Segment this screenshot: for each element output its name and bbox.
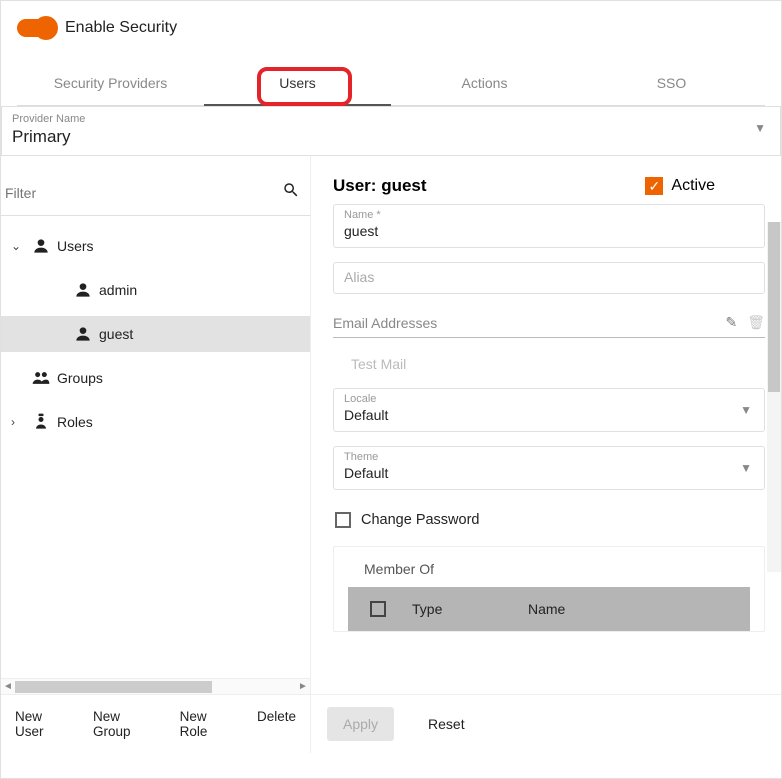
provider-value: Primary [12, 127, 770, 147]
locale-select[interactable]: Locale Default ▼ [333, 388, 765, 432]
enable-security-label: Enable Security [65, 19, 177, 37]
scroll-thumb[interactable] [15, 681, 212, 693]
theme-select[interactable]: Theme Default ▼ [333, 446, 765, 490]
groups-icon [31, 368, 51, 388]
tree-node-guest[interactable]: guest [1, 316, 310, 352]
detail-title: User: guest [333, 176, 427, 196]
active-label: Active [671, 177, 715, 195]
filter-input[interactable] [1, 185, 280, 201]
member-of-panel: Member Of Type Name [333, 546, 765, 632]
name-field[interactable]: Name * guest [333, 204, 765, 248]
delete-button[interactable]: Delete [257, 709, 296, 739]
active-checkbox[interactable]: ✓ [645, 177, 663, 195]
member-col-type[interactable]: Type [408, 601, 528, 617]
edit-icon[interactable]: ✎ [725, 314, 737, 331]
caret-down-icon: ▼ [740, 403, 752, 417]
left-action-bar: New User New Group New Role Delete [1, 694, 310, 753]
tree-label-groups: Groups [57, 370, 103, 386]
horizontal-scrollbar[interactable]: ◄ ► [1, 678, 310, 694]
tree-label-admin: admin [99, 282, 137, 298]
tree-label-roles: Roles [57, 414, 93, 430]
detail-title-name: guest [381, 176, 426, 195]
name-value: guest [344, 223, 754, 239]
new-user-button[interactable]: New User [15, 709, 71, 739]
member-col-name[interactable]: Name [528, 601, 750, 617]
tab-sso[interactable]: SSO [578, 65, 765, 105]
theme-value: Default [344, 465, 754, 481]
name-label: Name * [344, 209, 754, 221]
apply-button[interactable]: Apply [327, 707, 394, 741]
tab-users[interactable]: Users [204, 65, 391, 105]
user-icon [73, 280, 93, 300]
caret-down-icon: ▼ [740, 461, 752, 475]
tree-label-guest: guest [99, 326, 133, 342]
change-password-label: Change Password [361, 512, 480, 528]
user-icon [31, 236, 51, 256]
tab-bar: Security Providers Users Actions SSO [17, 65, 765, 106]
tree-node-roles[interactable]: › Roles [1, 404, 310, 440]
scroll-thumb[interactable] [768, 222, 780, 392]
locale-value: Default [344, 407, 754, 423]
tree-label-users: Users [57, 238, 94, 254]
detail-title-prefix: User: [333, 176, 381, 195]
tree-node-users[interactable]: ⌄ Users [1, 228, 310, 264]
tree-node-admin[interactable]: admin [1, 272, 310, 308]
member-select-all-checkbox[interactable] [370, 601, 386, 617]
member-of-header: Type Name [348, 587, 750, 631]
chevron-right-icon: › [11, 415, 25, 429]
scroll-left-icon[interactable]: ◄ [1, 681, 15, 692]
member-of-title: Member Of [348, 561, 750, 587]
alias-placeholder: Alias [344, 269, 754, 285]
provider-select[interactable]: Provider Name Primary ▼ [1, 106, 781, 156]
vertical-scrollbar[interactable] [767, 222, 781, 572]
search-icon[interactable] [280, 181, 310, 204]
theme-label: Theme [344, 451, 754, 463]
change-password-checkbox[interactable] [335, 512, 351, 528]
chevron-down-icon: ⌄ [11, 239, 25, 253]
provider-label: Provider Name [12, 113, 770, 125]
user-icon [73, 324, 93, 344]
alias-field[interactable]: Alias [333, 262, 765, 294]
tree: ⌄ Users admin guest [1, 216, 310, 678]
scroll-right-icon[interactable]: ► [296, 681, 310, 692]
new-group-button[interactable]: New Group [93, 709, 158, 739]
email-addresses-label: Email Addresses [333, 315, 715, 331]
locale-label: Locale [344, 393, 754, 405]
new-role-button[interactable]: New Role [180, 709, 235, 739]
reset-button[interactable]: Reset [412, 707, 481, 741]
enable-security-toggle[interactable] [17, 19, 55, 37]
tab-security-providers[interactable]: Security Providers [17, 65, 204, 105]
delete-icon[interactable]: 🗑 [747, 314, 765, 331]
roles-icon [31, 412, 51, 432]
test-mail-button[interactable]: Test Mail [333, 348, 765, 388]
tree-node-groups[interactable]: Groups [1, 360, 310, 396]
tab-actions[interactable]: Actions [391, 65, 578, 105]
caret-down-icon: ▼ [754, 121, 766, 135]
